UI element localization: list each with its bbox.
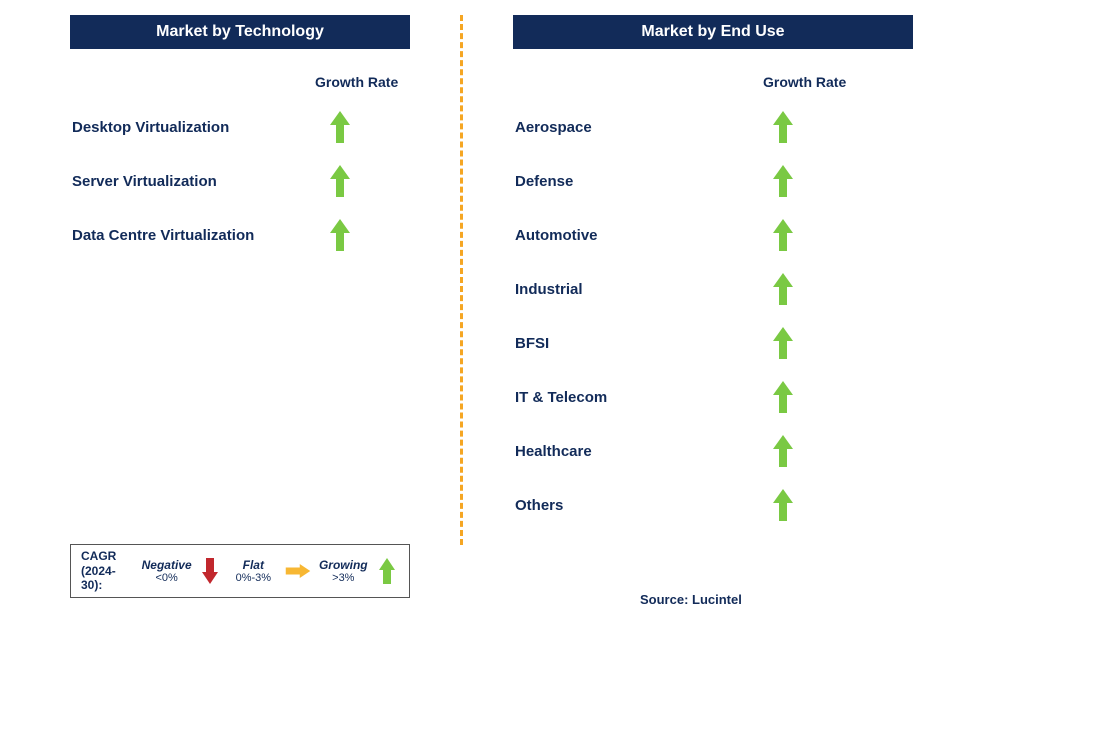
arrow-down-icon: [198, 556, 223, 586]
legend-cagr-line2: (2024-30):: [81, 564, 116, 592]
row-label: Healthcare: [513, 443, 743, 460]
legend-negative-segment: Negative <0%: [142, 558, 192, 584]
arrow-right-icon: [284, 561, 312, 581]
table-row: Server Virtualization: [70, 154, 410, 208]
enduse-header: Market by End Use: [513, 15, 913, 49]
legend-flat-segment: Flat 0%-3%: [228, 558, 278, 584]
technology-header: Market by Technology: [70, 15, 410, 49]
table-row: Industrial: [513, 262, 913, 316]
legend-growing-title: Growing: [319, 558, 368, 572]
table-row: Data Centre Virtualization: [70, 208, 410, 262]
row-label: Desktop Virtualization: [70, 119, 300, 136]
table-row: IT & Telecom: [513, 370, 913, 424]
legend-cagr-label: CAGR (2024-30):: [81, 549, 136, 592]
arrow-up-icon: [743, 325, 823, 361]
row-label: Automotive: [513, 227, 743, 244]
legend-box: CAGR (2024-30): Negative <0% Flat 0%-3% …: [70, 544, 410, 598]
table-row: Aerospace: [513, 100, 913, 154]
table-row: BFSI: [513, 316, 913, 370]
row-label: Data Centre Virtualization: [70, 227, 300, 244]
column-divider: [460, 15, 463, 545]
table-row: Desktop Virtualization: [70, 100, 410, 154]
technology-rows: Desktop Virtualization Server Virtualiza…: [70, 100, 410, 262]
row-label: IT & Telecom: [513, 389, 743, 406]
table-row: Others: [513, 478, 913, 532]
arrow-up-icon: [743, 109, 823, 145]
growth-rate-header-right: Growth Rate: [763, 74, 913, 90]
table-row: Automotive: [513, 208, 913, 262]
source-label: Source: Lucintel: [640, 592, 742, 607]
arrow-up-icon: [743, 217, 823, 253]
arrow-up-icon: [300, 217, 380, 253]
row-label: Aerospace: [513, 119, 743, 136]
row-label: Server Virtualization: [70, 173, 300, 190]
legend-growing-sub: >3%: [332, 572, 354, 584]
legend-cagr-line1: CAGR: [81, 549, 116, 563]
arrow-up-icon: [743, 379, 823, 415]
legend-growing-segment: Growing >3%: [318, 558, 368, 584]
technology-column: Market by Technology Growth Rate Desktop…: [70, 15, 410, 545]
arrow-up-icon: [743, 487, 823, 523]
table-row: Healthcare: [513, 424, 913, 478]
enduse-rows: Aerospace Defense Automotive Industrial: [513, 100, 913, 532]
chart-container: Market by Technology Growth Rate Desktop…: [70, 15, 1036, 545]
arrow-up-icon: [743, 271, 823, 307]
arrow-up-icon: [300, 163, 380, 199]
arrow-up-icon: [743, 433, 823, 469]
table-row: Defense: [513, 154, 913, 208]
row-label: Others: [513, 497, 743, 514]
row-label: BFSI: [513, 335, 743, 352]
growth-rate-header-left: Growth Rate: [315, 74, 410, 90]
arrow-up-icon: [300, 109, 380, 145]
enduse-column: Market by End Use Growth Rate Aerospace …: [513, 15, 913, 545]
legend-negative-title: Negative: [142, 558, 192, 572]
legend-flat-sub: 0%-3%: [236, 572, 271, 584]
arrow-up-icon: [743, 163, 823, 199]
row-label: Industrial: [513, 281, 743, 298]
legend-negative-sub: <0%: [155, 572, 177, 584]
arrow-up-icon: [374, 556, 399, 586]
row-label: Defense: [513, 173, 743, 190]
legend-flat-title: Flat: [243, 558, 264, 572]
